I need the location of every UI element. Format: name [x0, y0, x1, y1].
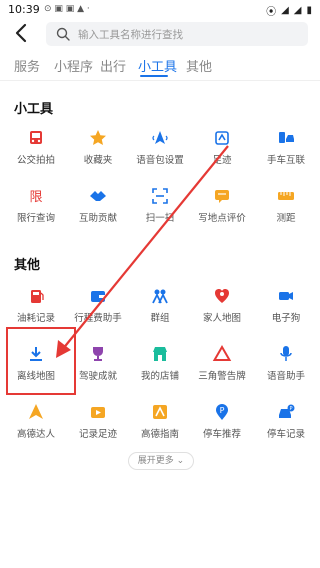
status-bar: 10:39 ⊙ ▣ ▣ ▲ · ⦿ ◢ ◢ ▮	[0, 0, 320, 18]
tool-item[interactable]: 足迹	[190, 128, 254, 180]
microphone-icon	[280, 346, 292, 361]
section-title-others: 其他	[14, 258, 41, 273]
tab-services[interactable]: 服务	[14, 56, 40, 75]
tool-item-label: 三角警告牌	[198, 371, 246, 382]
group-icon	[152, 289, 168, 304]
tool-item[interactable]: 扫一扫	[128, 186, 192, 238]
tool-item[interactable]: 收藏夹	[66, 128, 130, 180]
fuel-icon	[31, 290, 44, 303]
trophy-icon	[93, 347, 103, 361]
tool-item-label: 家人地图	[202, 313, 241, 324]
tab-mini-programs[interactable]: 小程序	[54, 56, 93, 75]
chevron-down-icon: ⌄	[176, 456, 185, 466]
status-right-icons: ⦿ ◢ ◢ ▮	[266, 3, 312, 18]
tool-item[interactable]: 互助贡献	[66, 186, 130, 238]
tool-item[interactable]: 公交拍拍	[4, 128, 68, 180]
battery-icon: ▮	[306, 5, 312, 16]
tool-item-label: 限行查询	[16, 213, 55, 224]
search-input[interactable]: 输入工具名称进行查找	[46, 22, 308, 46]
expand-more-label: 展开更多	[137, 456, 174, 466]
footprint-icon	[215, 131, 229, 145]
tab-others[interactable]: 其他	[186, 56, 212, 75]
wifi-icon: ◢	[281, 5, 289, 16]
tool-item-label: 收藏夹	[83, 155, 113, 166]
search-placeholder: 输入工具名称进行查找	[78, 29, 183, 41]
tool-item[interactable]: 群组	[128, 286, 192, 338]
divider	[0, 80, 320, 81]
tool-item-label: 高德指南	[140, 429, 179, 440]
search-icon	[56, 27, 70, 41]
tool-item-label: 我的店铺	[140, 371, 179, 382]
notification-icons: ⊙ ▣ ▣ ▲ ·	[44, 4, 90, 14]
tool-item-label: 足迹	[212, 155, 232, 166]
tool-item[interactable]: 语音包设置	[128, 128, 192, 180]
tool-item-label: 公交拍拍	[16, 155, 55, 166]
tool-item-label: 扫一扫	[145, 213, 175, 224]
tool-item-label: 测距	[276, 213, 296, 224]
restriction-icon: 限	[29, 190, 42, 205]
tool-item[interactable]: 测距	[254, 186, 318, 238]
category-tabs: 服务 小程序 出行 小工具 其他	[0, 54, 320, 78]
ruler-icon	[278, 192, 294, 200]
search-row: 输入工具名称进行查找	[0, 20, 320, 48]
star-icon	[90, 130, 106, 145]
tool-item[interactable]: 限限行查询	[4, 186, 68, 238]
tool-item-label: 停车推荐	[202, 429, 241, 440]
tool-item-label: 互助贡献	[78, 213, 117, 224]
svg-text:P: P	[220, 406, 225, 415]
video-record-icon	[91, 407, 105, 418]
signal-icon: ◢	[293, 5, 302, 16]
tool-item[interactable]: P 停车记录	[254, 402, 318, 454]
tool-item[interactable]: 家人地图	[190, 286, 254, 338]
tool-item-label: 手车互联	[266, 155, 305, 166]
tool-item[interactable]: 高德达人	[4, 402, 68, 454]
scan-icon	[152, 188, 168, 204]
wallet-icon	[91, 291, 105, 302]
voice-pack-icon	[152, 131, 168, 144]
guide-icon	[153, 405, 167, 419]
tool-item-label: 高德达人	[16, 429, 55, 440]
annotation-arrow	[56, 145, 229, 358]
location-icon: ⦿	[266, 7, 277, 18]
bus-icon	[30, 131, 42, 144]
tool-item-label: 群组	[150, 313, 170, 324]
status-time: 10:39	[8, 3, 40, 16]
phone-car-icon	[279, 132, 294, 143]
active-tab-indicator	[140, 75, 168, 77]
tool-item-label: 记录足迹	[78, 429, 117, 440]
warning-triangle-icon	[212, 344, 232, 361]
tool-item[interactable]: 语音助手	[254, 344, 318, 396]
tool-item[interactable]: 三角警告牌	[190, 344, 254, 396]
tab-tools[interactable]: 小工具	[138, 56, 177, 75]
back-arrow-icon[interactable]	[12, 22, 32, 44]
tool-item-label: 语音助手	[266, 371, 305, 382]
section-title-tools: 小工具	[14, 102, 54, 117]
tool-item-label: 语音包设置	[136, 155, 184, 166]
tool-item-label: 停车记录	[266, 429, 305, 440]
expert-icon	[29, 404, 43, 419]
tool-item-label: 油耗记录	[16, 313, 55, 324]
svg-text:P: P	[289, 406, 292, 412]
tool-item[interactable]: 手车互联	[254, 128, 318, 180]
tool-item[interactable]: 高德指南	[128, 402, 192, 454]
tool-item[interactable]: P 停车推荐	[190, 402, 254, 454]
comment-icon	[215, 190, 229, 203]
store-icon	[153, 347, 167, 361]
handshake-icon	[90, 191, 106, 201]
tool-item-label: 行程费助手	[74, 313, 122, 324]
highlight-box	[6, 327, 76, 395]
tool-item-label: 电子狗	[271, 313, 301, 324]
expand-more-button[interactable]: 展开更多 ⌄	[128, 452, 194, 470]
camera-icon	[279, 292, 293, 300]
parking-pin-icon: P	[216, 404, 228, 420]
tool-item[interactable]: 电子狗	[254, 286, 318, 338]
family-map-icon	[215, 289, 229, 303]
tool-item[interactable]: 写地点评价	[190, 186, 254, 238]
tool-item-label: 写地点评价	[198, 213, 246, 224]
tool-item[interactable]: 记录足迹	[66, 402, 130, 454]
parking-car-icon: P	[279, 404, 295, 418]
svg-text:限: 限	[29, 190, 42, 205]
tool-item[interactable]: 我的店铺	[128, 344, 192, 396]
tab-travel[interactable]: 出行	[100, 56, 126, 75]
